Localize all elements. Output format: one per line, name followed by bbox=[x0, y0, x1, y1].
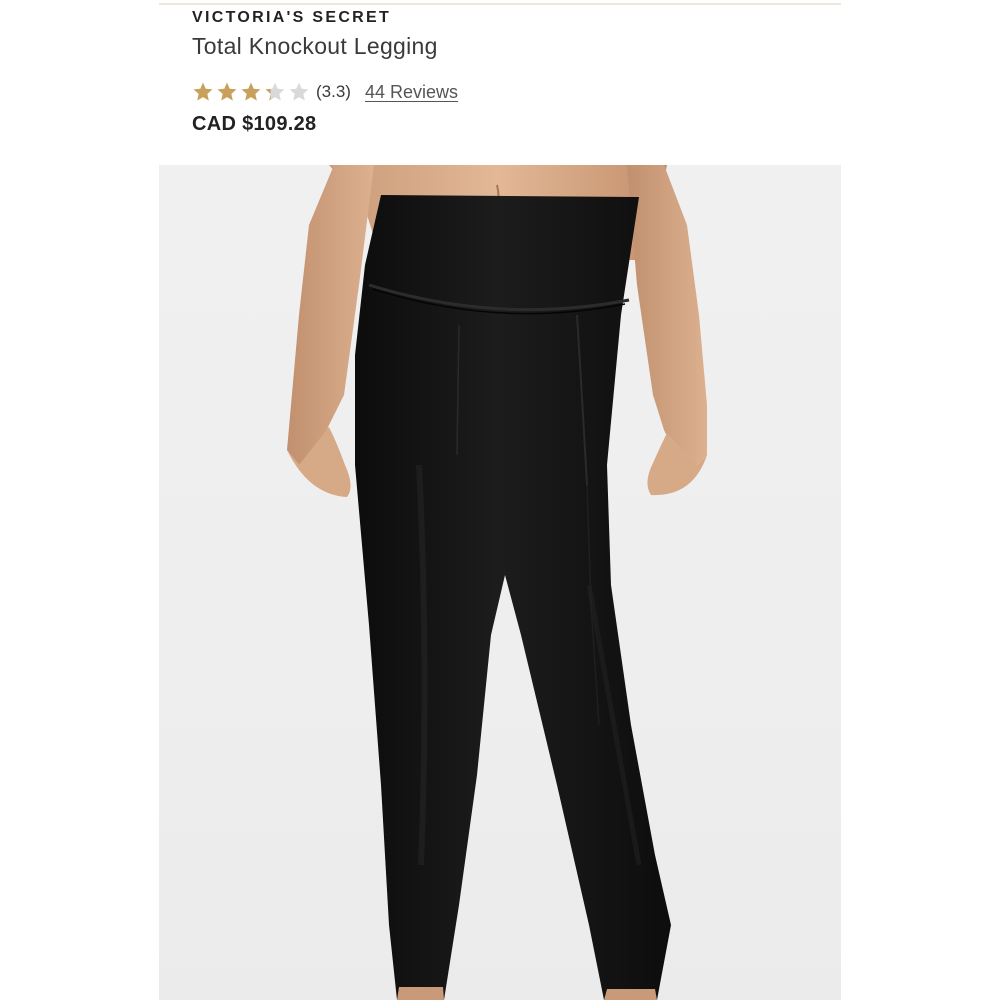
product-title: Total Knockout Legging bbox=[192, 33, 438, 59]
right-margin bbox=[841, 0, 1000, 1000]
product-price: CAD $109.28 bbox=[192, 113, 317, 135]
leggings-photo bbox=[287, 165, 707, 1000]
star-partial-icon bbox=[265, 82, 285, 101]
model-left-foot bbox=[397, 987, 444, 1000]
model-right-foot bbox=[604, 989, 657, 1000]
star-full-icon bbox=[193, 82, 213, 101]
star-full-icon bbox=[217, 82, 237, 101]
product-header: VICTORIA'S SECRET Total Knockout Legging… bbox=[159, 0, 841, 165]
top-divider bbox=[159, 3, 841, 5]
rating-score: (3.3) bbox=[316, 82, 351, 101]
rating-summary: (3.3) 44 Reviews bbox=[192, 80, 458, 104]
left-margin bbox=[0, 0, 159, 1000]
model-right-arm bbox=[627, 165, 707, 465]
brand-name: VICTORIA'S SECRET bbox=[192, 9, 392, 26]
star-rating bbox=[192, 81, 310, 103]
leggings bbox=[355, 195, 671, 1000]
star-empty-icon bbox=[289, 82, 309, 101]
reviews-link[interactable]: 44 Reviews bbox=[365, 82, 458, 103]
star-full-icon bbox=[241, 82, 261, 101]
product-card: VICTORIA'S SECRET Total Knockout Legging… bbox=[159, 0, 841, 1000]
product-image[interactable] bbox=[159, 165, 841, 1000]
